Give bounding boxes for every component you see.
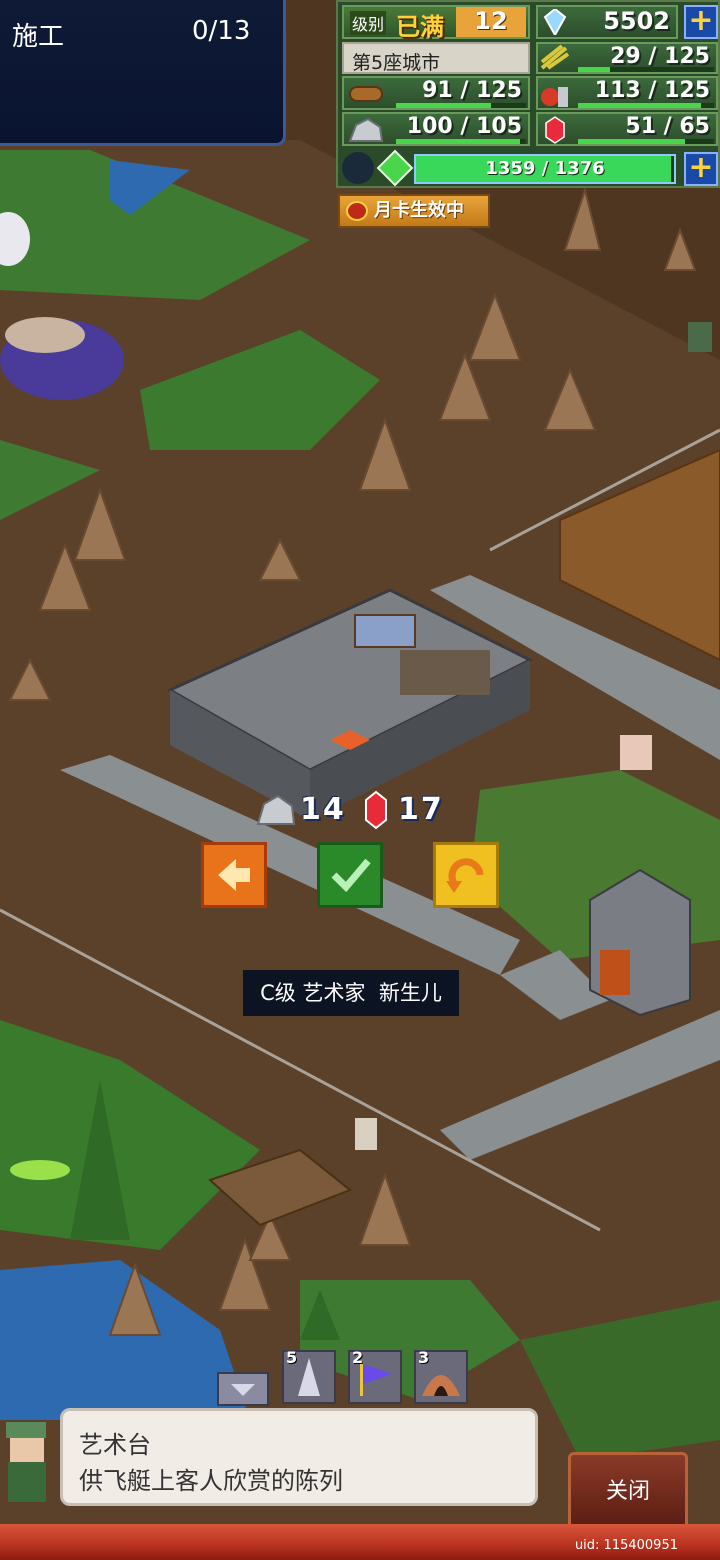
- confirm-button[interactable]: [317, 842, 383, 908]
- tool-tower[interactable]: 5: [282, 1348, 336, 1404]
- ruby-cost: 17: [398, 792, 444, 827]
- food-box: 29 / 125: [536, 42, 718, 74]
- fruit-box: 113 / 125: [536, 76, 718, 110]
- monthly-card-badge[interactable]: 月卡生效中: [338, 194, 490, 228]
- wheat-icon: [540, 44, 570, 70]
- collapse-icon: [231, 1384, 255, 1396]
- wood-count: 91 / 125: [422, 78, 522, 103]
- tool-cave[interactable]: 3: [414, 1348, 468, 1404]
- level-number: 12: [456, 7, 526, 37]
- close-button[interactable]: 关闭: [568, 1452, 688, 1532]
- collapse-toolbar-button[interactable]: [217, 1372, 269, 1406]
- shelf: [400, 650, 490, 695]
- stone-cost: 14: [300, 792, 346, 827]
- build-cost: 14 17: [254, 790, 454, 830]
- check-icon: [331, 858, 371, 893]
- diamond-box: 5502: [536, 5, 678, 39]
- food-bar-fill: [578, 67, 610, 72]
- add-diamond-button[interactable]: +: [684, 5, 718, 39]
- fruit-icon: [541, 87, 568, 107]
- resource-panel: 级别 已满 12 5502 + 第5座城市 29 / 125 91 / 125 …: [336, 0, 720, 188]
- game-map[interactable]: [0, 0, 720, 1560]
- level-label: 级别: [350, 11, 387, 35]
- diamond-icon: [543, 9, 567, 35]
- level-value: 已满: [396, 13, 444, 41]
- villager: [620, 735, 652, 770]
- add-exp-button[interactable]: +: [684, 152, 718, 186]
- level-box[interactable]: 级别 已满 12: [342, 5, 530, 41]
- exp-bar: 1359 / 1376: [414, 154, 676, 184]
- wood-box: 91 / 125: [342, 76, 530, 110]
- construction-title: 施工: [12, 22, 65, 52]
- stone-icon: [348, 117, 384, 142]
- stone-bar: [396, 139, 526, 144]
- wood-bar-fill: [396, 103, 491, 108]
- construction-panel: 施工 0/13: [0, 0, 286, 146]
- tool-cave-count: 3: [418, 1348, 430, 1367]
- food-bar: [578, 67, 714, 72]
- building-tooltip: C级 艺术家 新生儿: [243, 970, 459, 1016]
- fruit-bar: [578, 103, 714, 108]
- food-count: 29 / 125: [610, 44, 710, 69]
- building-name: 艺术台: [79, 1431, 151, 1459]
- rotate-button[interactable]: [433, 842, 499, 908]
- ruby-icon: [545, 116, 565, 144]
- construction-count: 0/13: [192, 16, 251, 46]
- ruby-count: 51 / 65: [625, 114, 710, 139]
- fruit-count: 113 / 125: [594, 78, 710, 103]
- villager: [355, 1118, 377, 1150]
- tool-tower-count: 5: [286, 1348, 298, 1367]
- user-id: uid: 115400951: [574, 1538, 678, 1553]
- tool-flag-count: 2: [352, 1348, 364, 1367]
- stone-icon: [256, 794, 296, 825]
- stone-bar-fill: [396, 139, 520, 144]
- rotate-icon: [446, 858, 484, 893]
- advisor-avatar: [0, 1412, 56, 1508]
- bed: [354, 614, 416, 648]
- ruby-icon: [365, 790, 387, 830]
- building-info-box: 艺术台 供飞艇上客人欣赏的陈列: [60, 1408, 538, 1506]
- back-arrow-icon: [218, 859, 250, 891]
- building-description: 供飞艇上客人欣赏的陈列: [79, 1467, 343, 1495]
- ruby-bar-fill: [578, 139, 685, 144]
- ruby-box: 51 / 65: [536, 112, 718, 146]
- stone-count: 100 / 105: [406, 114, 522, 139]
- green-gem-icon: [376, 149, 414, 187]
- exp-slot: [342, 152, 374, 184]
- back-button[interactable]: [201, 842, 267, 908]
- tool-flag[interactable]: 2: [348, 1348, 402, 1404]
- villager: [688, 322, 712, 352]
- wood-icon: [349, 86, 383, 102]
- city-name: 第5座城市: [352, 52, 441, 74]
- diamond-count: 5502: [603, 7, 670, 35]
- exp-count: 1359 / 1376: [485, 158, 605, 179]
- ruby-bar: [578, 139, 714, 144]
- city-box: 第5座城市: [342, 42, 530, 74]
- monthly-card-label: 月卡生效中: [374, 200, 464, 221]
- fruit-bar-fill: [578, 103, 701, 108]
- wood-bar: [396, 103, 526, 108]
- caterpillar: [10, 1160, 70, 1180]
- stone-box: 100 / 105: [342, 112, 530, 146]
- crown-icon: [346, 201, 368, 221]
